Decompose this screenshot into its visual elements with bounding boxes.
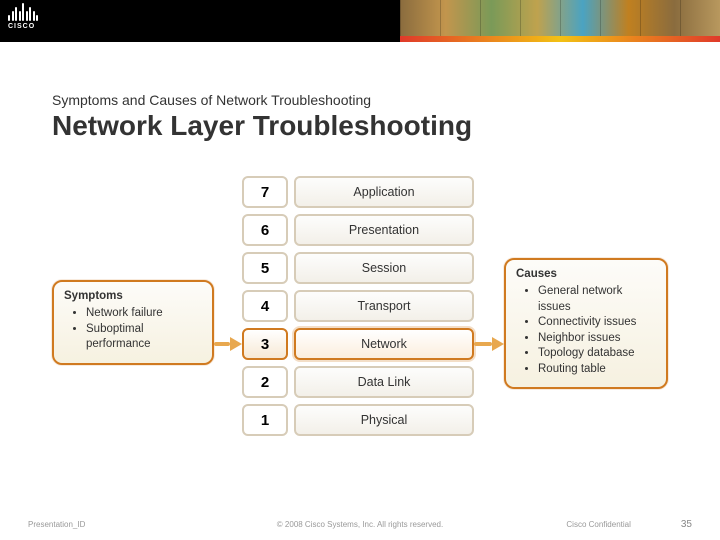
causes-header: Causes [516,268,656,280]
footer-left: Presentation_ID [28,520,85,529]
topbar: CISCO [0,0,720,42]
layer-num: 2 [242,366,288,398]
photo-band-accent [400,36,720,42]
diagram: Symptoms Network failure Suboptimal perf… [52,172,668,482]
causes-box: Causes General network issues Connectivi… [504,258,668,389]
slide-subtitle: Symptoms and Causes of Network Troublesh… [52,60,668,108]
list-item: Connectivity issues [538,315,656,331]
list-item: Neighbor issues [538,331,656,347]
symptoms-header: Symptoms [64,290,202,302]
layer-name: Application [294,176,474,208]
causes-list: General network issues Connectivity issu… [516,284,656,377]
layer-name: Network [294,328,474,360]
list-item: Topology database [538,346,656,362]
symptoms-list: Network failure Suboptimal performance [64,306,202,353]
layer-num: 4 [242,290,288,322]
layer-4: 4 Transport [242,290,474,322]
list-item: Network failure [86,306,202,322]
symptoms-box: Symptoms Network failure Suboptimal perf… [52,280,214,365]
layer-3-highlighted: 3 Network [242,328,474,360]
list-item: Suboptimal performance [86,322,202,353]
list-item: Routing table [538,362,656,378]
list-item: General network issues [538,284,656,315]
cisco-logo-text: CISCO [8,23,35,30]
page-number: 35 [681,519,692,530]
footer: Presentation_ID © 2008 Cisco Systems, In… [0,519,720,530]
layer-name: Presentation [294,214,474,246]
layer-name: Transport [294,290,474,322]
photo-band [400,0,720,36]
layer-num: 7 [242,176,288,208]
layer-1: 1 Physical [242,404,474,436]
cisco-logo-bars [8,3,38,21]
layer-5: 5 Session [242,252,474,284]
footer-confidential: Cisco Confidential [566,520,630,529]
layer-7: 7 Application [242,176,474,208]
footer-copyright: © 2008 Cisco Systems, Inc. All rights re… [277,520,443,529]
layer-name: Data Link [294,366,474,398]
layer-num: 3 [242,328,288,360]
layer-6: 6 Presentation [242,214,474,246]
layer-name: Session [294,252,474,284]
layer-num: 6 [242,214,288,246]
osi-stack: 7 Application 6 Presentation 5 Session 4… [242,176,474,442]
layer-num: 1 [242,404,288,436]
layer-2: 2 Data Link [242,366,474,398]
layer-name: Physical [294,404,474,436]
slide-title: Network Layer Troubleshooting [52,110,668,142]
cisco-logo: CISCO [8,3,38,30]
layer-num: 5 [242,252,288,284]
content-area: Symptoms and Causes of Network Troublesh… [0,42,720,482]
